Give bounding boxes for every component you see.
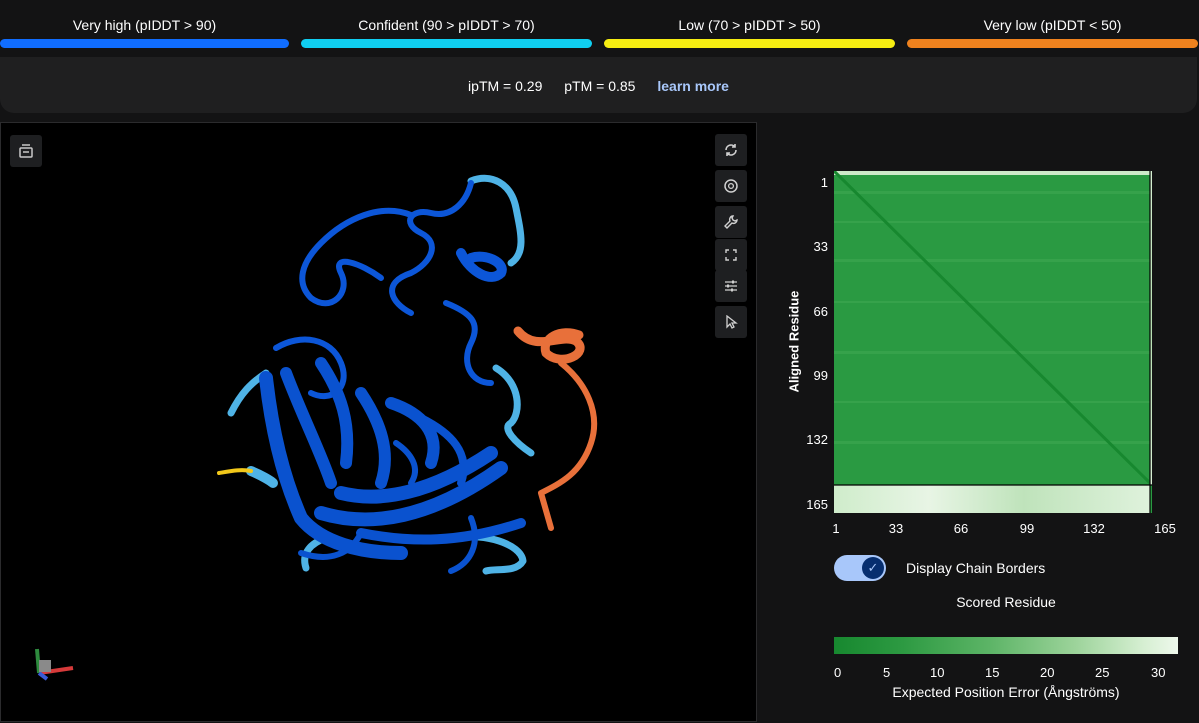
structure-viewer[interactable] (0, 122, 757, 722)
scale-title: Expected Position Error (Ångströms) (892, 684, 1120, 700)
legend-low-bar (604, 39, 895, 48)
pae-panel: 1 33 66 99 132 165 1 33 66 99 132 165 Al… (758, 122, 1199, 722)
plddt-legend: Very high (pIDDT > 90) Confident (90 > p… (0, 0, 1199, 56)
y-axis-title: Aligned Residue (786, 290, 802, 393)
legend-confident-label: Confident (90 > pIDDT > 70) (358, 17, 535, 33)
x-tick-165: 165 (1154, 521, 1176, 536)
iptm-value: ipTM = 0.29 (468, 78, 543, 94)
x-axis-title: Scored Residue (956, 594, 1056, 610)
legend-very-high-bar (0, 39, 289, 48)
legend-very-low: Very low (pIDDT < 50) (907, 0, 1198, 56)
y-tick-165: 165 (806, 497, 828, 512)
x-tick-33: 33 (888, 521, 904, 536)
scale-tick-0: 0 (834, 665, 842, 680)
learn-more-link[interactable]: learn more (657, 78, 729, 94)
legend-low: Low (70 > pIDDT > 50) (604, 0, 895, 56)
scale-tick-20: 20 (1040, 665, 1055, 680)
legend-very-low-label: Very low (pIDDT < 50) (983, 17, 1122, 33)
y-tick-33: 33 (813, 239, 828, 254)
legend-very-high-label: Very high (pIDDT > 90) (72, 17, 217, 33)
x-tick-66: 66 (953, 521, 969, 536)
pae-color-scale (834, 637, 1178, 654)
legend-very-high: Very high (pIDDT > 90) (0, 0, 289, 56)
scale-tick-5: 5 (883, 665, 891, 680)
axis-gizmo (35, 648, 74, 681)
x-tick-99: 99 (1019, 521, 1035, 536)
chain-borders-toggle[interactable]: ✓ (834, 555, 886, 581)
legend-confident: Confident (90 > pIDDT > 70) (301, 0, 592, 56)
ptm-value: pTM = 0.85 (564, 78, 636, 94)
metrics-row: ipTM = 0.29 pTM = 0.85 learn more (0, 78, 1197, 94)
scale-tick-25: 25 (1095, 665, 1110, 680)
protein-structure[interactable] (1, 123, 758, 723)
scale-tick-30: 30 (1151, 665, 1166, 680)
chain-borders-label: Display Chain Borders (906, 560, 1046, 576)
y-tick-1: 1 (820, 175, 828, 190)
legend-low-label: Low (70 > pIDDT > 50) (678, 17, 821, 33)
pae-heatmap[interactable] (834, 171, 1152, 513)
legend-confident-bar (301, 39, 592, 48)
x-tick-1: 1 (832, 521, 840, 536)
y-tick-132: 132 (806, 432, 828, 447)
x-tick-132: 132 (1083, 521, 1105, 536)
metrics-panel: ipTM = 0.29 pTM = 0.85 learn more (0, 57, 1197, 113)
legend-very-low-bar (907, 39, 1198, 48)
scale-tick-10: 10 (930, 665, 945, 680)
check-icon: ✓ (862, 557, 884, 579)
scale-tick-15: 15 (985, 665, 1000, 680)
